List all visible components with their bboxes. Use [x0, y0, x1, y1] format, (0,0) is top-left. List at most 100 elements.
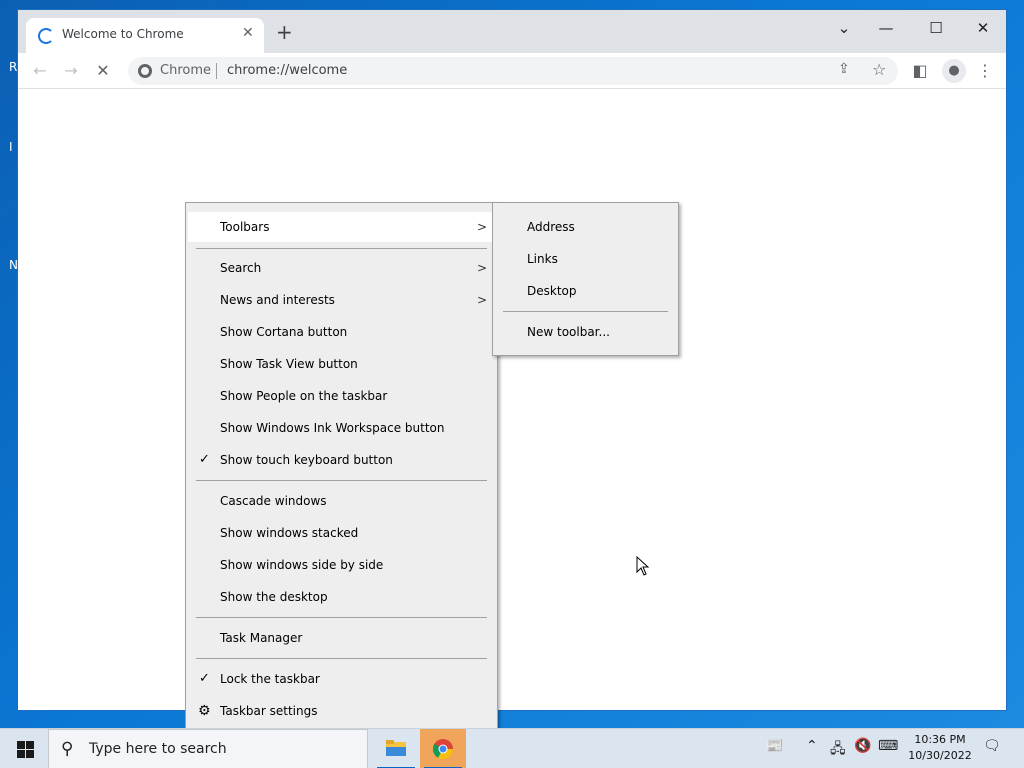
news-icon[interactable]: 📰 — [766, 738, 783, 754]
checkmark-icon: ✓ — [199, 671, 210, 686]
menu-item-lock-the-taskbar[interactable]: ✓ Lock the taskbar — [188, 664, 495, 694]
omnibox-divider — [216, 63, 217, 79]
minimize-button[interactable]: — — [866, 14, 906, 42]
checkmark-icon: ✓ — [199, 452, 210, 467]
menu-item-label: Show Windows Ink Workspace button — [220, 421, 445, 435]
menu-item-show-ink-workspace[interactable]: Show Windows Ink Workspace button — [188, 413, 495, 443]
menu-item-show-windows-stacked[interactable]: Show windows stacked — [188, 518, 495, 548]
menu-item-label: Lock the taskbar — [220, 672, 320, 686]
omnibox-chip: Chrome — [160, 63, 211, 78]
menu-item-label: Search — [220, 261, 262, 275]
tab-search-button[interactable]: ⌄ — [824, 14, 864, 42]
menu-item-taskbar-settings[interactable]: ⚙ Taskbar settings — [188, 696, 495, 726]
chrome-menu-button[interactable]: ⋮ — [973, 59, 997, 83]
menu-item-label: Taskbar settings — [220, 704, 318, 718]
desktop-icon-label: I — [9, 140, 13, 154]
clock-date: 10/30/2022 — [908, 749, 972, 762]
file-explorer-taskbar-button[interactable] — [373, 729, 419, 768]
desktop-edge: R I N — [0, 0, 18, 728]
start-button[interactable] — [0, 729, 48, 768]
menu-item-label: Show windows side by side — [220, 558, 384, 572]
submenu-item-desktop[interactable]: Desktop — [495, 276, 676, 306]
menu-item-show-people[interactable]: Show People on the taskbar — [188, 381, 495, 411]
tab-welcome[interactable]: Welcome to Chrome ✕ — [26, 18, 264, 53]
tab-title: Welcome to Chrome — [62, 27, 184, 41]
windows-logo-icon — [26, 750, 34, 758]
search-placeholder: Type here to search — [89, 741, 227, 757]
submenu-item-links[interactable]: Links — [495, 244, 676, 274]
menu-item-label: Toolbars — [220, 220, 270, 234]
maximize-button[interactable]: ☐ — [916, 14, 956, 42]
menu-item-label: Show People on the taskbar — [220, 389, 388, 403]
submenu-item-label: Desktop — [527, 284, 577, 298]
taskbar-context-menu: Toolbars > Search > News and interests >… — [185, 202, 498, 736]
chrome-window: Welcome to Chrome ✕ + ⌄ — ☐ ✕ ← → ✕ Chro… — [18, 10, 1006, 710]
menu-separator — [503, 311, 668, 312]
windows-logo-icon — [17, 750, 25, 758]
browser-toolbar: ← → ✕ Chrome chrome://welcome ⇪ ☆ ◧ ● ⋮ — [18, 53, 1006, 89]
menu-item-label: Show Cortana button — [220, 325, 348, 339]
menu-item-news-and-interests[interactable]: News and interests > — [188, 285, 495, 315]
menu-item-label: News and interests — [220, 293, 335, 307]
windows-logo-icon — [17, 741, 25, 749]
omnibox-url[interactable]: chrome://welcome — [227, 63, 347, 78]
submenu-item-label: Links — [527, 252, 558, 266]
submenu-arrow-icon: > — [476, 261, 487, 275]
desktop-icon-label: R — [9, 60, 18, 74]
tab-strip: Welcome to Chrome ✕ + ⌄ — ☐ ✕ — [18, 10, 1006, 53]
menu-item-show-the-desktop[interactable]: Show the desktop — [188, 582, 495, 612]
keyboard-icon[interactable]: ⌨ — [878, 738, 898, 754]
profile-avatar[interactable]: ● — [942, 59, 966, 83]
menu-item-label: Cascade windows — [220, 494, 327, 508]
tab-close-icon[interactable]: ✕ — [242, 25, 254, 41]
menu-item-show-windows-side-by-side[interactable]: Show windows side by side — [188, 550, 495, 580]
menu-item-cascade-windows[interactable]: Cascade windows — [188, 486, 495, 516]
menu-separator — [196, 617, 487, 618]
notifications-icon[interactable]: 🗨 — [983, 738, 1001, 754]
chrome-icon — [138, 64, 152, 78]
loading-spinner-icon — [38, 28, 54, 44]
menu-item-show-touch-keyboard[interactable]: ✓ Show touch keyboard button — [188, 445, 495, 475]
back-button[interactable]: ← — [28, 59, 52, 83]
new-tab-button[interactable]: + — [276, 22, 293, 42]
submenu-item-address[interactable]: Address — [495, 212, 676, 242]
toolbars-submenu: Address Links Desktop New toolbar... — [492, 202, 679, 356]
chevron-up-icon[interactable]: ⌃ — [806, 738, 818, 754]
menu-item-search[interactable]: Search > — [188, 253, 495, 283]
bookmark-star-icon[interactable]: ☆ — [872, 60, 886, 79]
menu-separator — [196, 480, 487, 481]
taskbar-search-box[interactable]: ⚲ Type here to search — [48, 729, 368, 768]
omnibox[interactable]: Chrome chrome://welcome ⇪ ☆ — [128, 57, 898, 85]
taskbar: ⚲ Type here to search 📰 ⌃ 🖧 🔇 ⌨ 10:36 PM… — [0, 728, 1024, 768]
clock[interactable]: 10:36 PM 10/30/2022 — [905, 732, 975, 764]
windows-logo-icon — [26, 741, 34, 749]
network-icon[interactable]: 🖧 — [830, 738, 846, 762]
menu-item-label: Show windows stacked — [220, 526, 359, 540]
menu-item-label: Show touch keyboard button — [220, 453, 393, 467]
menu-item-toolbars[interactable]: Toolbars > — [188, 212, 495, 242]
gear-icon: ⚙ — [198, 703, 211, 719]
submenu-item-label: New toolbar... — [527, 325, 610, 339]
menu-item-label: Show Task View button — [220, 357, 358, 371]
submenu-arrow-icon: > — [476, 220, 487, 234]
submenu-arrow-icon: > — [476, 293, 487, 307]
stop-loading-button[interactable]: ✕ — [91, 59, 115, 83]
side-panel-button[interactable]: ◧ — [908, 59, 932, 83]
submenu-item-new-toolbar[interactable]: New toolbar... — [495, 317, 676, 347]
submenu-item-label: Address — [527, 220, 575, 234]
menu-item-label: Show the desktop — [220, 590, 328, 604]
menu-item-show-task-view-button[interactable]: Show Task View button — [188, 349, 495, 379]
share-icon[interactable]: ⇪ — [838, 61, 850, 77]
chrome-icon — [432, 739, 454, 760]
chrome-taskbar-button[interactable] — [420, 729, 466, 768]
menu-item-task-manager[interactable]: Task Manager — [188, 623, 495, 653]
desktop-icon-label: N — [9, 258, 18, 272]
close-window-button[interactable]: ✕ — [963, 14, 1003, 42]
mouse-cursor-icon — [636, 556, 650, 576]
volume-muted-icon[interactable]: 🔇 — [854, 738, 871, 754]
forward-button[interactable]: → — [59, 59, 83, 83]
menu-item-label: Task Manager — [220, 631, 303, 645]
folder-icon — [386, 740, 406, 756]
menu-item-show-cortana-button[interactable]: Show Cortana button — [188, 317, 495, 347]
menu-separator — [196, 248, 487, 249]
